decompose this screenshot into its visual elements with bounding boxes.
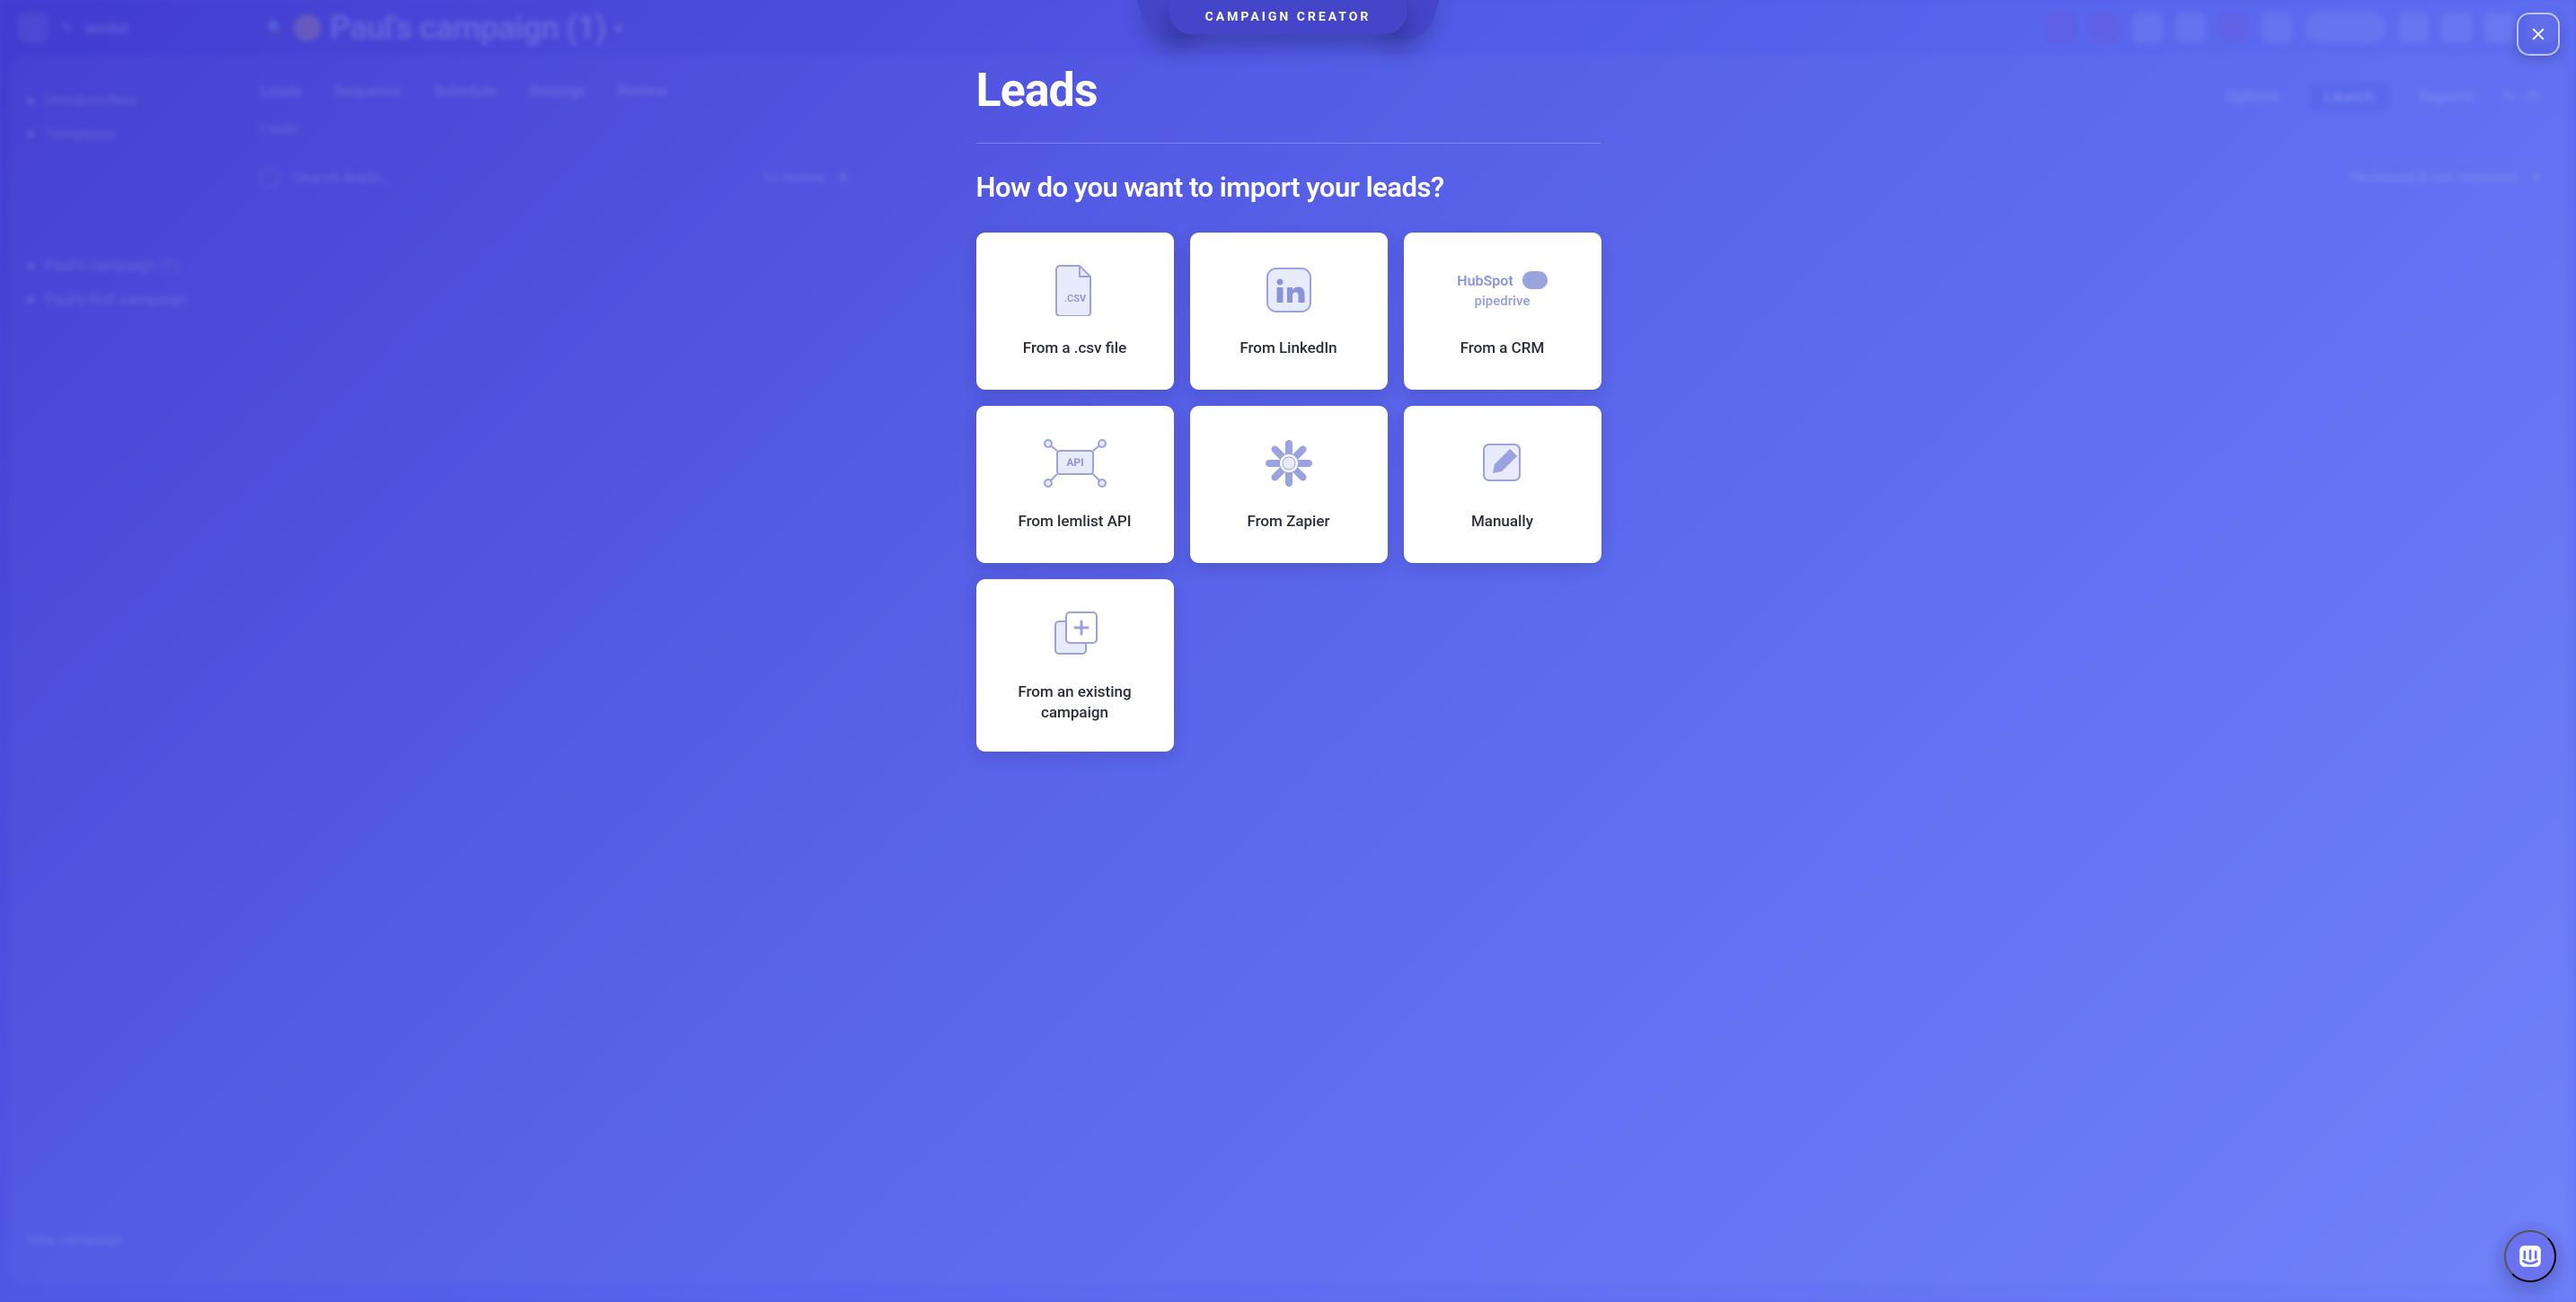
card-label: From a .csv file (1023, 339, 1126, 359)
card-label: From lemlist API (1018, 512, 1131, 532)
import-option-api[interactable]: API From lemlist API (976, 406, 1174, 563)
close-icon (2530, 26, 2546, 42)
campaign-creator-modal: Leads How do you want to import your lea… (0, 0, 2576, 1302)
modal-title: Leads (976, 63, 1601, 118)
salesforce-logo (1522, 271, 1548, 289)
card-label: From a CRM (1460, 339, 1545, 359)
linkedin-icon (1266, 263, 1312, 317)
crm-logos-icon: HubSpot pipedrive (1457, 263, 1547, 317)
import-option-zapier[interactable]: From Zapier (1190, 406, 1388, 563)
import-option-manual[interactable]: Manually (1404, 406, 1601, 563)
import-option-linkedin[interactable]: From LinkedIn (1190, 233, 1388, 390)
card-label: From an existing campaign (992, 682, 1158, 724)
modal-subtitle: How do you want to import your leads? (976, 171, 1601, 204)
import-options-grid: .CSV From a .csv file From LinkedIn (976, 233, 1601, 752)
manual-edit-icon (1478, 436, 1527, 490)
card-label: From Zapier (1247, 512, 1329, 532)
hubspot-logo: HubSpot (1457, 272, 1513, 289)
import-option-csv[interactable]: .CSV From a .csv file (976, 233, 1174, 390)
import-option-crm[interactable]: HubSpot pipedrive From a CRM (1404, 233, 1601, 390)
close-button[interactable] (2517, 13, 2560, 56)
ribbon-label: CAMPAIGN CREATOR (1169, 0, 1407, 34)
csv-file-icon: .CSV (1053, 263, 1098, 317)
card-label: Manually (1471, 512, 1533, 532)
ribbon: CAMPAIGN CREATOR (1169, 0, 1407, 34)
card-label: From LinkedIn (1239, 339, 1337, 359)
pipedrive-logo: pipedrive (1474, 293, 1530, 309)
chat-icon (2517, 1243, 2544, 1270)
zapier-icon (1263, 436, 1315, 490)
svg-text:API: API (1066, 456, 1083, 469)
svg-text:.CSV: .CSV (1063, 293, 1086, 304)
import-option-existing-campaign[interactable]: From an existing campaign (976, 579, 1174, 752)
existing-campaign-icon (1050, 607, 1100, 661)
chat-launcher-button[interactable] (2504, 1230, 2556, 1282)
api-icon: API (1043, 436, 1107, 490)
divider (976, 143, 1601, 144)
